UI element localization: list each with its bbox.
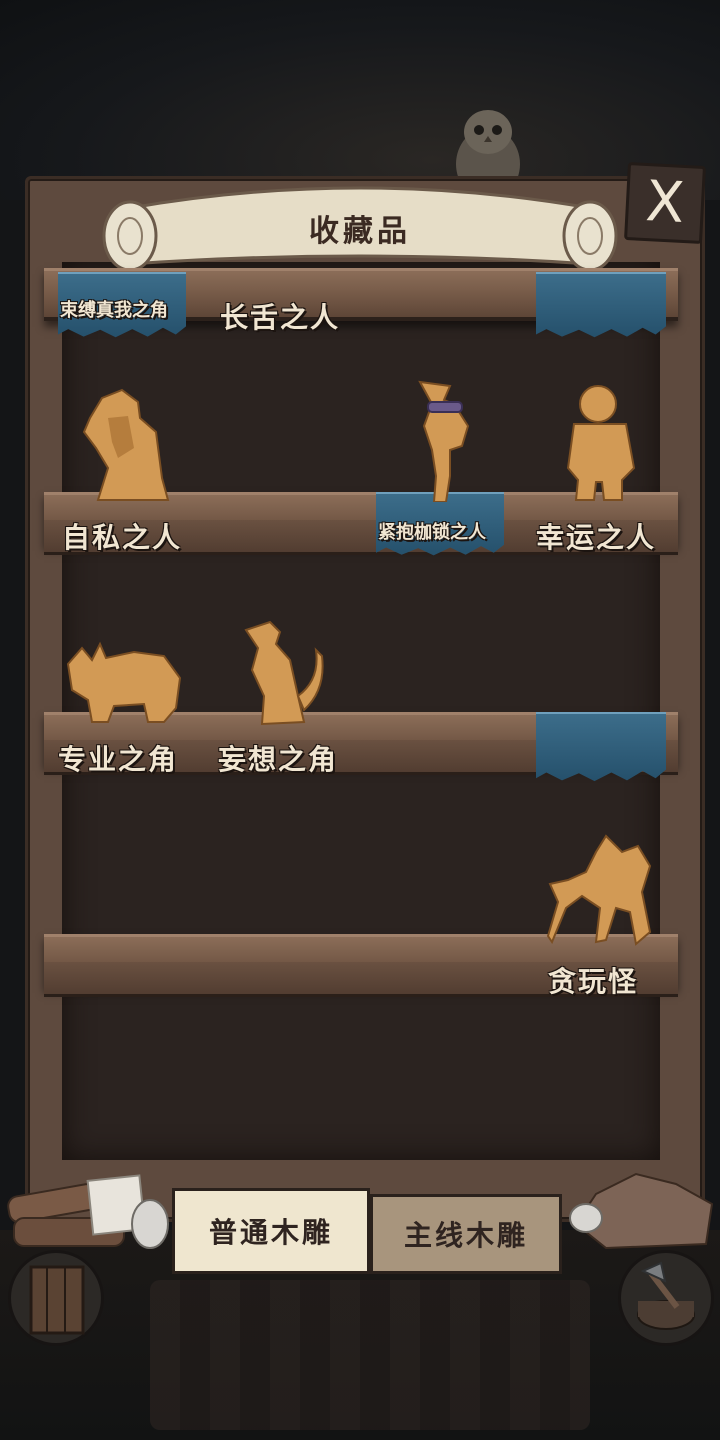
playful-monster-carving[interactable]: [546, 832, 656, 946]
tab-main-carvings[interactable]: 主线木雕: [370, 1194, 562, 1274]
item-label[interactable]: 束缚真我之角: [60, 296, 168, 322]
tab-normal-carvings[interactable]: 普通木雕: [172, 1188, 370, 1274]
delusion-horn-carving[interactable]: [240, 620, 326, 726]
page-title: 收藏品: [309, 214, 411, 249]
door-button[interactable]: [8, 1250, 104, 1346]
shackled-person-carving[interactable]: [410, 380, 474, 502]
item-label: 自私之人: [62, 521, 183, 554]
lucky-person-carving[interactable]: [566, 384, 636, 504]
item-label: 幸运之人: [536, 521, 657, 554]
log-pile-icon: [7, 1174, 169, 1249]
item-label: 专业之角: [58, 743, 179, 776]
selfish-person-carving[interactable]: [78, 388, 170, 504]
door-icon: [29, 1265, 85, 1335]
close-button[interactable]: X: [624, 162, 706, 244]
item-label[interactable]: 长舌之人: [220, 296, 340, 336]
item-label: 贪玩怪: [548, 965, 639, 998]
axe-button[interactable]: [618, 1250, 714, 1346]
axe-stump-icon: [637, 1261, 695, 1330]
rock-pile-icon: [569, 1172, 714, 1250]
item-label: 妄想之角: [218, 743, 339, 776]
item-label: 紧抱枷锁之人: [378, 522, 486, 543]
close-icon: X: [644, 169, 686, 236]
professional-horn-carving[interactable]: [64, 638, 184, 724]
highlight-cloth[interactable]: [536, 272, 666, 338]
rug-decoration: [150, 1280, 590, 1430]
